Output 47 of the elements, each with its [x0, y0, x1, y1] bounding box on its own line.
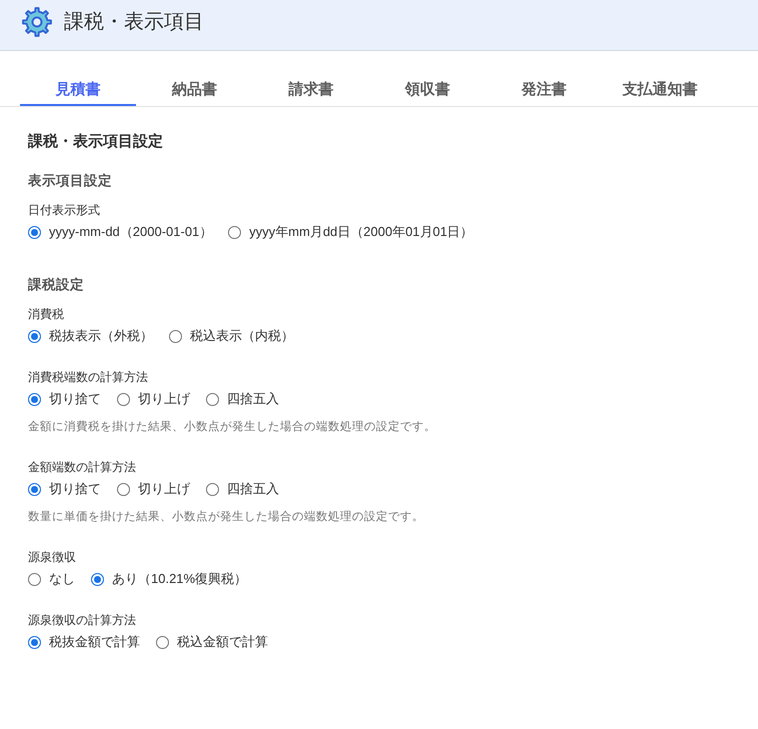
group-heading: 表示項目設定 [28, 172, 113, 190]
radio-option[interactable]: なし [28, 569, 75, 589]
field-label: 源泉徴収の計算方法 [28, 612, 137, 629]
hint-text: 数量に単価を掛けた結果、小数点が発生した場合の端数処理の設定です。 [28, 510, 425, 525]
group-heading: 課税設定 [28, 276, 85, 294]
radio-option[interactable]: 切り捨て [28, 389, 101, 409]
radio-option[interactable]: yyyy-mm-dd（2000-01-01） [28, 222, 212, 242]
radio-button[interactable] [206, 392, 219, 406]
tab[interactable]: 領収書 [369, 77, 486, 106]
radio-button[interactable] [28, 226, 41, 238]
radio-button[interactable] [169, 330, 182, 342]
radio-option[interactable]: 四捨五入 [206, 479, 279, 499]
radio-option[interactable]: 税込表示（内税） [169, 326, 294, 346]
hint-text: 金額に消費税を掛けた結果、小数点が発生した場合の端数処理の設定です。 [28, 420, 437, 435]
radio-button[interactable] [117, 392, 130, 406]
radio-option[interactable]: 切り上げ [117, 389, 190, 409]
radio-button[interactable] [28, 482, 41, 496]
page-title: 課税・表示項目 [64, 10, 204, 35]
radio-option[interactable]: yyyy年mm月dd日（2000年01月01日） [228, 222, 474, 242]
gear-icon [22, 7, 52, 37]
tab[interactable]: 請求書 [252, 77, 370, 106]
radio-option[interactable]: 四捨五入 [206, 389, 279, 409]
tab[interactable]: 発注書 [486, 77, 602, 106]
radio-option[interactable]: 切り上げ [117, 479, 190, 499]
radio-option[interactable]: 税込金額で計算 [156, 632, 268, 652]
radio-button[interactable] [206, 482, 219, 496]
field-label: 金額端数の計算方法 [28, 459, 137, 476]
radio-option[interactable]: 切り捨て [28, 479, 101, 499]
field-label: 消費税 [28, 306, 65, 323]
tab[interactable]: 支払通知書 [602, 77, 718, 106]
section-title: 課税・表示項目設定 [28, 132, 164, 152]
radio-button[interactable] [156, 636, 169, 648]
radio-button[interactable] [228, 226, 242, 238]
radio-option[interactable]: 税抜金額で計算 [28, 632, 140, 652]
tab[interactable]: 納品書 [136, 77, 253, 106]
radio-button[interactable] [28, 572, 41, 586]
radio-button[interactable] [28, 330, 41, 342]
field-label: 日付表示形式 [28, 202, 101, 219]
radio-option[interactable]: あり（10.21%復興税） [91, 569, 248, 589]
radio-option[interactable]: 税抜表示（外税） [28, 326, 153, 346]
field-label: 消費税端数の計算方法 [28, 369, 149, 386]
radio-button[interactable] [28, 636, 41, 648]
radio-button[interactable] [28, 392, 41, 406]
field-label: 源泉徴収 [28, 549, 77, 566]
radio-button[interactable] [117, 482, 130, 496]
radio-button[interactable] [91, 572, 104, 586]
tab[interactable]: 見積書 [20, 77, 136, 106]
